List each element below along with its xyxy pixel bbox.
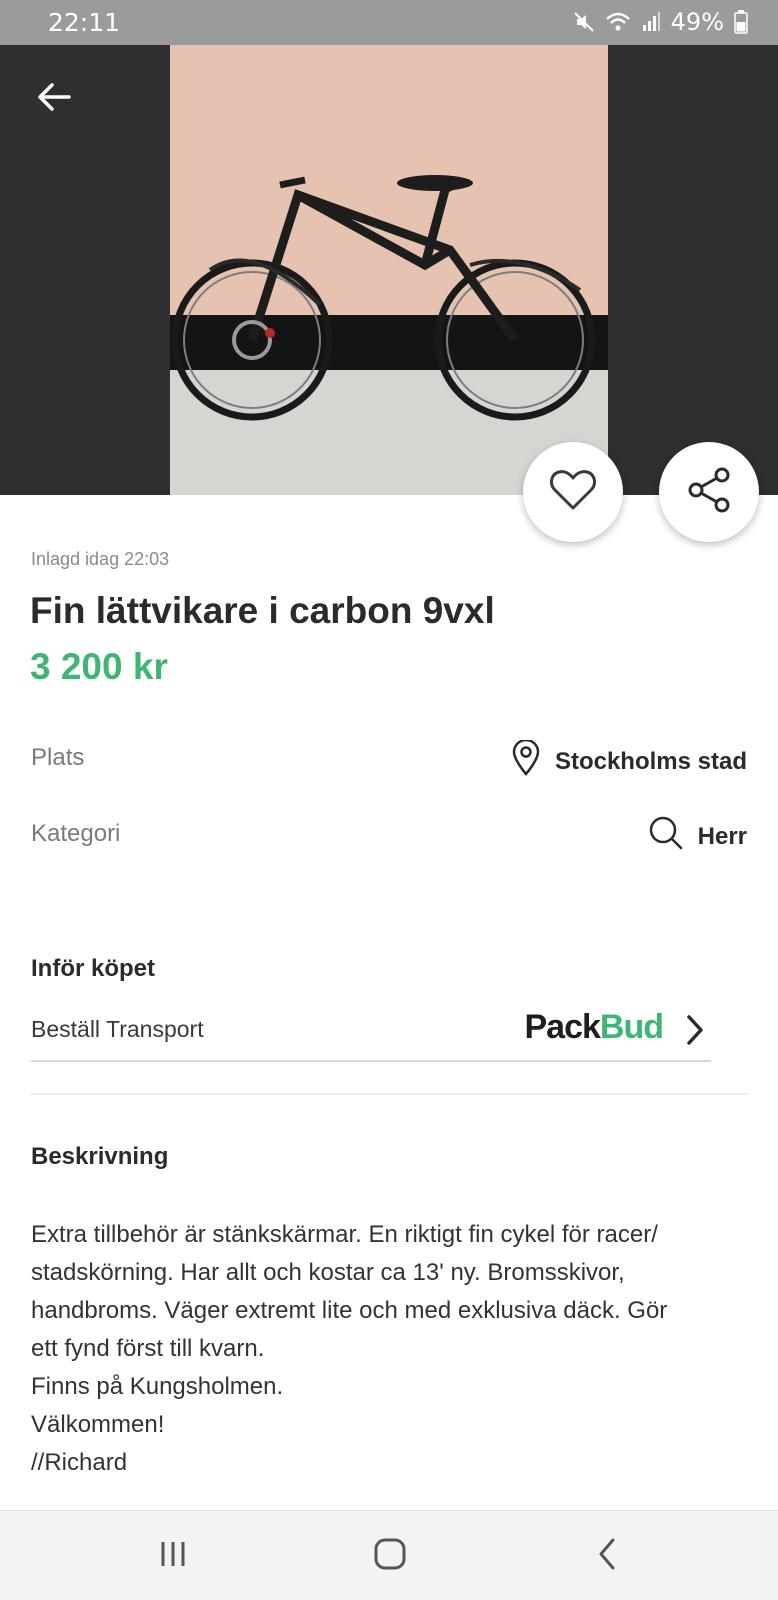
mute-icon [573,11,595,33]
back-icon [597,1537,619,1576]
arrow-left-icon [37,82,71,117]
place-value-link[interactable]: Stockholms stad [511,738,747,783]
description-line: stadskörning. Har allt och kostar ca 13'… [31,1259,625,1286]
system-back-button[interactable] [578,1531,638,1581]
listing-price: 3 200 kr [30,646,168,687]
place-label: Plats [31,744,85,771]
search-icon [648,815,684,858]
description-line: Extra tillbehör är stänkskärmar. En rikt… [31,1221,658,1248]
description-line: //Richard [31,1449,128,1476]
description-line: Finns på Kungsholmen. [31,1373,284,1400]
heart-icon [549,469,597,516]
recents-button[interactable] [143,1531,203,1581]
battery-icon [734,10,748,34]
transport-label: Beställ Transport [31,1016,204,1042]
packbud-logo-pack: Pack [524,1008,601,1046]
battery-text: 49% [670,8,724,36]
description-text: Extra tillbehör är stänkskärmar. En rikt… [31,1216,751,1482]
place-value: Stockholms stad [554,747,747,775]
wifi-icon [605,11,631,33]
signal-icon [641,11,661,33]
section-divider [30,1093,748,1095]
status-bar: 22:11 49% [0,0,778,45]
recents-icon [157,1539,189,1574]
order-transport-row[interactable]: Beställ Transport PackBud [31,1000,711,1062]
location-pin-icon [511,738,541,783]
listing-title: Fin lättvikare i carbon 9vxl [30,590,495,631]
chevron-right-icon [685,1014,705,1051]
back-button[interactable] [30,75,78,123]
share-icon [684,465,734,520]
posted-time: Inlagd idag 22:03 [31,549,170,569]
description-line: Välkommen! [31,1411,165,1438]
system-nav-bar [0,1510,778,1600]
category-value-link[interactable]: Herr [648,815,747,858]
packbud-logo: PackBud [524,1008,665,1047]
description-line: ett fynd först till kvarn. [31,1335,265,1362]
status-time: 22:11 [48,8,121,37]
share-button[interactable] [659,442,759,542]
category-value: Herr [697,822,747,850]
packbud-logo-bud: Bud [599,1008,664,1046]
before-purchase-heading: Inför köpet [31,955,155,982]
hero-image-area [0,45,778,495]
home-button[interactable] [360,1531,420,1581]
description-line: handbroms. Väger extremt lite och med ex… [31,1297,668,1324]
listing-photo[interactable] [170,45,608,495]
favorite-button[interactable] [523,442,623,542]
status-icons: 49% [573,8,748,36]
description-heading: Beskrivning [31,1143,169,1170]
category-label: Kategori [31,820,121,847]
home-icon [373,1537,407,1576]
